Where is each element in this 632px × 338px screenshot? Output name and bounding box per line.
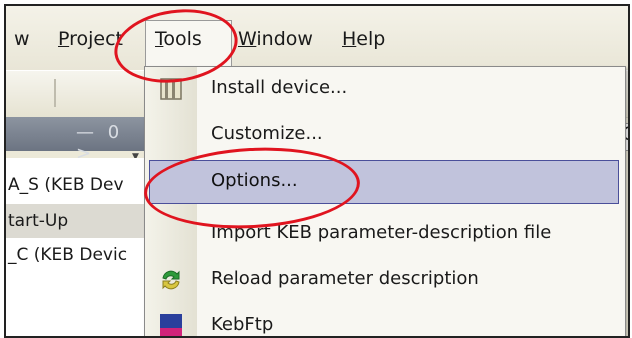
menu-item-label: Reload parameter description [211,268,479,289]
toolbar-separator [54,79,56,107]
install-device-icon [160,78,182,100]
tools-dropdown-menu: Install device... Customize... Options..… [144,66,626,336]
menu-item-kebftp[interactable]: KebFtp [145,304,625,336]
menu-item-label: KebFtp [211,314,274,335]
menu-window[interactable]: Window [238,28,313,50]
menu-item-install-device[interactable]: Install device... [145,67,625,111]
tree-item-selected[interactable]: tart-Up [6,204,151,238]
menu-item-label: Options... [211,170,298,191]
tree-item[interactable]: _C (KEB Devic [6,238,151,272]
menu-item-options[interactable]: Options... [145,160,625,204]
menu-project[interactable]: Project [58,28,123,50]
project-tree: A_S (KEB Dev tart-Up _C (KEB Devic [6,158,151,336]
menu-bar: w Project Tools Window Help [6,6,628,70]
toolbar-secondary: — 0 > [6,117,146,164]
menu-item-reload-parameter-description[interactable]: Reload parameter description [145,258,625,302]
application-window: w Project Tools Window Help — 0 > C ▼ A_… [4,4,630,338]
ftp-keb-icon [160,314,182,336]
reload-icon [162,270,180,290]
menu-item-import-keb-parameter-description[interactable]: Import KEB parameter-description file [145,212,625,256]
menu-item-label: Install device... [211,77,348,98]
menu-item-customize[interactable]: Customize... [145,113,625,157]
menu-item-label: Customize... [211,123,323,144]
menu-item-label: Import KEB parameter-description file [211,222,552,243]
menu-tools[interactable]: Tools [155,28,202,50]
tree-item[interactable]: A_S (KEB Dev [6,168,151,202]
menu-help[interactable]: Help [342,28,385,50]
menu-view-partial[interactable]: w [14,28,30,50]
